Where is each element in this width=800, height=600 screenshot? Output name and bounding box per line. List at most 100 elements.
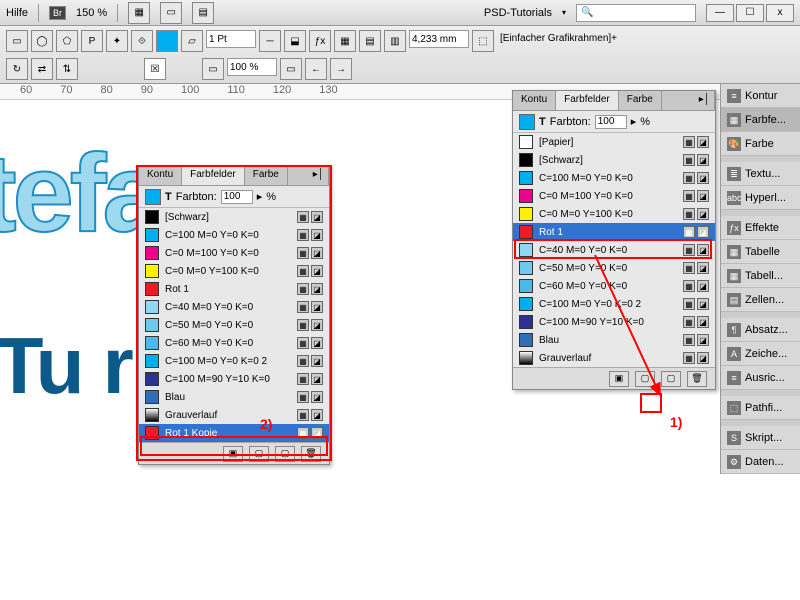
swatch-row[interactable]: Rot 1▦◪ bbox=[139, 280, 329, 298]
br-icon[interactable]: Br bbox=[49, 6, 66, 20]
swatch-row[interactable]: C=0 M=0 Y=100 K=0▦◪ bbox=[139, 262, 329, 280]
swatch-row[interactable]: [Schwarz]▦◪ bbox=[513, 151, 715, 169]
swatch-row[interactable]: C=40 M=0 Y=0 K=0▦◪ bbox=[139, 298, 329, 316]
dock-item[interactable]: ▦Tabelle bbox=[721, 240, 800, 264]
none-swatch[interactable]: ☒ bbox=[144, 58, 166, 80]
dock-item[interactable]: abcHyperl... bbox=[721, 186, 800, 210]
stroke-swatch[interactable]: ▱ bbox=[181, 30, 203, 52]
swatches-panel-left[interactable]: Kontu Farbfelder Farbe ▸│ T Farbton: ▸ %… bbox=[138, 165, 330, 465]
selection-icon[interactable]: ⬚ bbox=[472, 30, 494, 52]
text-target-icon[interactable]: T bbox=[539, 116, 546, 128]
fill-swatch[interactable] bbox=[156, 30, 178, 52]
zoom-level[interactable]: 150 % bbox=[76, 7, 107, 19]
tab-farbfelder[interactable]: Farbfelder bbox=[556, 91, 619, 110]
help-menu[interactable]: Hilfe bbox=[6, 7, 28, 19]
swatch-row[interactable]: Grauverlauf▦◪ bbox=[139, 406, 329, 424]
star-tool-icon[interactable]: ✦ bbox=[106, 30, 128, 52]
new-group-icon[interactable]: ▣ bbox=[223, 446, 243, 462]
rotate-icon[interactable]: ↻ bbox=[6, 58, 28, 80]
object-style[interactable]: [Einfacher Grafikrahmen]+ bbox=[497, 30, 620, 52]
maximize-button[interactable]: ☐ bbox=[736, 4, 764, 22]
polygon-tool-icon[interactable]: ⬠ bbox=[56, 30, 78, 52]
new-swatch-button-2[interactable]: ▢ bbox=[275, 446, 295, 462]
dock-item[interactable]: ⬚Pathfi... bbox=[721, 396, 800, 420]
grid-icon[interactable]: ▤ bbox=[359, 30, 381, 52]
swatch-row[interactable]: Blau▦◪ bbox=[139, 388, 329, 406]
measure-input[interactable] bbox=[409, 30, 469, 48]
corner-icon[interactable]: ⬓ bbox=[284, 30, 306, 52]
panel-menu-icon[interactable]: ▸│ bbox=[288, 166, 329, 185]
tab-farbe[interactable]: Farbe bbox=[245, 166, 288, 185]
farbton-input[interactable] bbox=[595, 115, 627, 129]
tab-kontur[interactable]: Kontu bbox=[139, 166, 182, 185]
swatch-row-selected[interactable]: Rot 1 Kopie ▦◪ bbox=[139, 424, 329, 442]
swatch-row[interactable]: C=100 M=0 Y=0 K=0 2▦◪ bbox=[139, 352, 329, 370]
delete-swatch-button[interactable]: 🗑 bbox=[687, 371, 707, 387]
swatch-row[interactable]: [Papier]▦◪ bbox=[513, 133, 715, 151]
dock-item[interactable]: ▤Zellen... bbox=[721, 288, 800, 312]
stroke-weight-input[interactable] bbox=[206, 30, 256, 48]
ellipse-tool-icon[interactable]: ◯ bbox=[31, 30, 53, 52]
swatch-row[interactable]: Rot 1▦◪ bbox=[513, 223, 715, 241]
tab-kontur[interactable]: Kontu bbox=[513, 91, 556, 110]
swatch-row[interactable]: C=0 M=0 Y=100 K=0▦◪ bbox=[513, 205, 715, 223]
tab-farbfelder[interactable]: Farbfelder bbox=[182, 166, 245, 185]
swatch-row[interactable]: C=0 M=100 Y=0 K=0▦◪ bbox=[513, 187, 715, 205]
swatch-row[interactable]: C=0 M=100 Y=0 K=0▦◪ bbox=[139, 244, 329, 262]
swatch-row[interactable]: [Schwarz]▦◪ bbox=[139, 208, 329, 226]
panel-menu-icon[interactable]: ▸│ bbox=[662, 91, 715, 110]
flip-h-icon[interactable]: ⇄ bbox=[31, 58, 53, 80]
flip-v-icon[interactable]: ⇅ bbox=[56, 58, 78, 80]
close-button[interactable]: x bbox=[766, 4, 794, 22]
text-tool-icon[interactable]: P bbox=[81, 30, 103, 52]
swatch-row[interactable]: C=100 M=0 Y=0 K=0 2▦◪ bbox=[513, 295, 715, 313]
dock-item[interactable]: ▦Tabell... bbox=[721, 264, 800, 288]
arrow-end-icon[interactable]: → bbox=[330, 58, 352, 80]
tab-farbe[interactable]: Farbe bbox=[619, 91, 662, 110]
convert-icon[interactable]: ⟐ bbox=[131, 30, 153, 52]
blend-icon[interactable]: ▭ bbox=[280, 58, 302, 80]
dock-item[interactable]: SSkript... bbox=[721, 426, 800, 450]
swatch-row[interactable]: C=100 M=0 Y=0 K=0▦◪ bbox=[513, 169, 715, 187]
new-group-icon[interactable]: ▣ bbox=[609, 371, 629, 387]
swatch-row[interactable]: C=60 M=0 Y=0 K=0▦◪ bbox=[513, 277, 715, 295]
text-target-icon[interactable]: T bbox=[165, 191, 172, 203]
swatch-row[interactable]: C=40 M=0 Y=0 K=0▦◪ bbox=[513, 241, 715, 259]
swatch-row[interactable]: C=100 M=90 Y=10 K=0▦◪ bbox=[513, 313, 715, 331]
duplicate-swatch-button[interactable]: ▢ bbox=[661, 371, 681, 387]
workspace-switcher[interactable]: PSD-Tutorials bbox=[484, 7, 552, 19]
farbton-arrow-icon[interactable]: ▸ bbox=[257, 190, 263, 203]
swatches-panel-right[interactable]: Kontu Farbfelder Farbe ▸│ T Farbton: ▸ %… bbox=[512, 90, 716, 390]
align-icon[interactable]: ▥ bbox=[384, 30, 406, 52]
dock-item[interactable]: ⚙Daten... bbox=[721, 450, 800, 474]
swatch-row[interactable]: Grauverlauf▦◪ bbox=[513, 349, 715, 367]
search-input[interactable] bbox=[576, 4, 696, 22]
dock-item[interactable]: ≡Ausric... bbox=[721, 366, 800, 390]
arrow-start-icon[interactable]: ← bbox=[305, 58, 327, 80]
screen-mode-icon[interactable]: ▭ bbox=[160, 2, 182, 24]
wrap-icon[interactable]: ▦ bbox=[334, 30, 356, 52]
swatch-row[interactable]: C=100 M=0 Y=0 K=0▦◪ bbox=[139, 226, 329, 244]
dock-item[interactable]: AZeiche... bbox=[721, 342, 800, 366]
gradient-icon[interactable]: ▭ bbox=[202, 58, 224, 80]
rect-tool-icon[interactable]: ▭ bbox=[6, 30, 28, 52]
dock-item[interactable]: ƒxEffekte bbox=[721, 216, 800, 240]
farbton-input[interactable] bbox=[221, 190, 253, 204]
minimize-button[interactable]: — bbox=[706, 4, 734, 22]
fx-icon[interactable]: ƒx bbox=[309, 30, 331, 52]
dock-item[interactable]: ¶Absatz... bbox=[721, 318, 800, 342]
dock-item[interactable]: ≡Kontur bbox=[721, 84, 800, 108]
arrange-icon[interactable]: ▤ bbox=[192, 2, 214, 24]
stroke-style-icon[interactable]: ─ bbox=[259, 30, 281, 52]
fill-proxy-icon[interactable] bbox=[519, 114, 535, 130]
swatch-row[interactable]: C=60 M=0 Y=0 K=0▦◪ bbox=[139, 334, 329, 352]
dock-item[interactable]: 🎨Farbe bbox=[721, 132, 800, 156]
swatch-row[interactable]: Blau▦◪ bbox=[513, 331, 715, 349]
delete-swatch-button[interactable]: 🗑 bbox=[301, 446, 321, 462]
swatch-row[interactable]: C=50 M=0 Y=0 K=0▦◪ bbox=[513, 259, 715, 277]
farbton-arrow-icon[interactable]: ▸ bbox=[631, 115, 637, 128]
new-swatch-button[interactable]: ▢ bbox=[249, 446, 269, 462]
fill-proxy-icon[interactable] bbox=[145, 189, 161, 205]
opacity-input[interactable] bbox=[227, 58, 277, 76]
dock-item[interactable]: ▦Farbfe... bbox=[721, 108, 800, 132]
